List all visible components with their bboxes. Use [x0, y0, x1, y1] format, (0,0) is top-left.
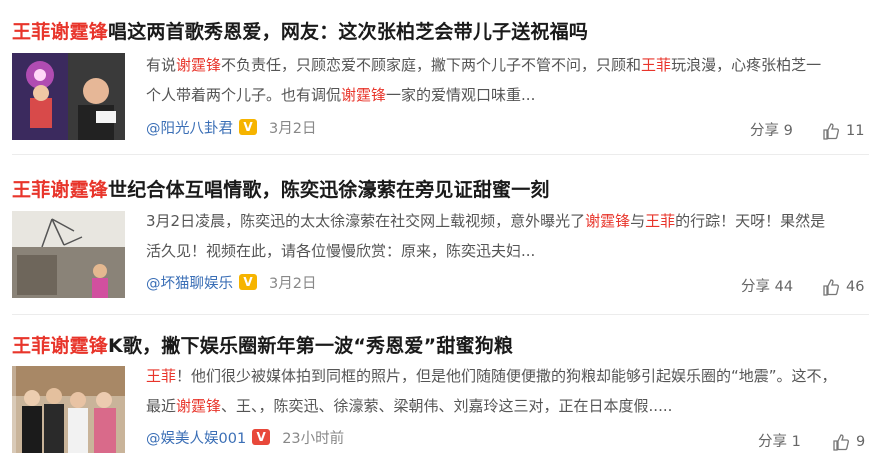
article-1: 王菲谢霆锋唱这两首歌秀恩爱，网友：这次张柏芝会带儿子送祝福吗 有说谢霆锋不负责任…: [0, 0, 881, 155]
share-button[interactable]: 分享 1: [758, 431, 801, 453]
article-title[interactable]: 王菲谢霆锋世纪合体互唱情歌，陈奕迅徐濠萦在旁见证甜蜜一刻: [12, 175, 550, 202]
article-meta: @娱美人娱001 V 23小时前: [146, 426, 344, 448]
title-text: K歌，撇下娱乐圈新年第一波“秀恩爱”甜蜜狗粮: [108, 335, 514, 357]
like-count: 11: [846, 123, 865, 139]
author-link[interactable]: @娱美人娱001: [146, 427, 246, 448]
like-count: 9: [856, 434, 866, 450]
post-date: 3月2日: [269, 120, 317, 137]
thumbs-up-icon: [823, 123, 839, 140]
snippet-line-2: 活久见！视频在此，请各位慢慢欣赏：原来，陈奕迅夫妇...: [146, 242, 536, 260]
like-button[interactable]: 9: [832, 431, 865, 453]
title-highlight: 王菲谢霆锋: [12, 335, 109, 357]
article-title[interactable]: 王菲谢霆锋唱这两首歌秀恩爱，网友：这次张柏芝会带儿子送祝福吗: [12, 17, 588, 44]
article-snippet: 王菲！他们很少被媒体拍到同框的照片，但是他们随随便便撒的狗粮却能够引起娱乐圈的“…: [146, 361, 861, 421]
article-snippet: 有说谢霆锋不负责任，只顾恋爱不顾家庭，撇下两个儿子不管不问，只顾和王菲玩浪漫，心…: [146, 50, 861, 110]
article-thumbnail[interactable]: [12, 366, 125, 453]
snippet-line-1: 有说谢霆锋不负责任，只顾恋爱不顾家庭，撇下两个儿子不管不问，只顾和王菲玩浪漫，心…: [146, 56, 822, 74]
snippet-line-2: 最近谢霆锋、王、，陈奕迅、徐濠萦、梁朝伟、刘嘉玲这三对，正在日本度假.....: [146, 397, 673, 415]
article-2: 王菲谢霆锋世纪合体互唱情歌，陈奕迅徐濠萦在旁见证甜蜜一刻 3月2日凌晨，陈奕迅的…: [0, 155, 881, 315]
article-snippet: 3月2日凌晨，陈奕迅的太太徐濠萦在社交网上载视频，意外曝光了谢霆锋与王菲的行踪！…: [146, 206, 861, 266]
like-button[interactable]: 46: [822, 276, 864, 298]
article-meta: @坏猫聊娱乐 V 3月2日: [146, 271, 316, 293]
snippet-line-1: 王菲！他们很少被媒体拍到同框的照片，但是他们随随便便撒的狗粮却能够引起娱乐圈的“…: [146, 367, 837, 385]
snippet-line-2: 个人带着两个儿子。也有调侃谢霆锋一家的爱情观口味重...: [146, 86, 536, 104]
article-meta: @阳光八卦君 V 3月2日: [146, 116, 316, 138]
share-button[interactable]: 分享 9: [750, 120, 793, 142]
article-3: 王菲谢霆锋K歌，撇下娱乐圈新年第一波“秀恩爱”甜蜜狗粮 王菲！他们很少被媒体拍到…: [0, 315, 881, 471]
title-text: 世纪合体互唱情歌，陈奕迅徐濠萦在旁见证甜蜜一刻: [108, 179, 550, 201]
like-button[interactable]: 11: [822, 120, 864, 142]
snippet-line-1: 3月2日凌晨，陈奕迅的太太徐濠萦在社交网上载视频，意外曝光了谢霆锋与王菲的行踪！…: [146, 212, 826, 230]
post-date: 3月2日: [269, 275, 317, 292]
article-thumbnail[interactable]: [12, 211, 125, 298]
article-thumbnail[interactable]: [12, 53, 125, 140]
like-count: 46: [846, 279, 865, 295]
verified-badge-icon: V: [252, 429, 271, 445]
title-highlight: 王菲谢霆锋: [12, 21, 109, 43]
author-link[interactable]: @坏猫聊娱乐: [146, 272, 233, 293]
title-text: 唱这两首歌秀恩爱，网友：这次张柏芝会带儿子送祝福吗: [108, 21, 589, 43]
thumbs-up-icon: [823, 279, 839, 296]
verified-badge-icon: V: [239, 274, 257, 290]
verified-badge-icon: V: [239, 119, 257, 135]
post-date: 23小时前: [282, 430, 345, 447]
share-button[interactable]: 分享 44: [741, 276, 793, 298]
author-link[interactable]: @阳光八卦君: [146, 117, 233, 138]
article-title[interactable]: 王菲谢霆锋K歌，撇下娱乐圈新年第一波“秀恩爱”甜蜜狗粮: [12, 331, 513, 358]
title-highlight: 王菲谢霆锋: [12, 179, 109, 201]
thumbs-up-icon: [833, 434, 849, 451]
